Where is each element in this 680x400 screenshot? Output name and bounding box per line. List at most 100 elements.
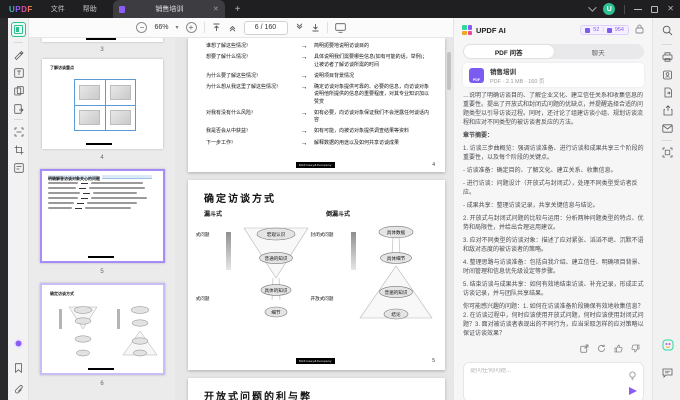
attachment-icon[interactable] [11, 382, 26, 397]
avatar[interactable]: U [603, 3, 615, 15]
chevron-down-icon[interactable] [588, 3, 596, 11]
zoom-caret-icon[interactable]: ▾ [176, 24, 179, 31]
previous-page-button[interactable] [228, 23, 237, 32]
slideshow-icon[interactable] [335, 23, 346, 33]
badge-divider: | [602, 27, 603, 33]
pdf-page-slide-4: 谁想了解这些情况?→简明扼要地说明访谈目的 想要了解什么情况?→具体说明我们需要… [188, 38, 445, 172]
send-button[interactable] [629, 387, 637, 395]
svg-text:结论: 结论 [391, 311, 401, 318]
strip-divider [662, 140, 672, 141]
ocr-icon[interactable] [11, 124, 26, 139]
arrow-icon: → [294, 84, 314, 106]
svg-text:封闭式问题: 封闭式问题 [311, 231, 334, 238]
thumbnail-page-6-current[interactable]: 确定访谈方式 [40, 283, 165, 375]
convert-icon[interactable] [11, 101, 26, 116]
arrow-icon: → [294, 43, 314, 50]
window-minimize-button[interactable] [634, 9, 642, 10]
updf-logo: UPDF [9, 5, 33, 14]
zoom-level[interactable]: 66% [154, 24, 168, 31]
lock-icon[interactable] [635, 21, 644, 39]
document-scrollbar[interactable] [447, 52, 451, 90]
edit-icon[interactable] [11, 65, 26, 80]
svg-text:漏斗式: 漏斗式 [204, 210, 222, 218]
zoom-out-button[interactable]: − [136, 22, 147, 33]
message-actions [580, 344, 640, 353]
last-page-button[interactable] [311, 23, 320, 32]
thumbnails-view-icon[interactable] [11, 22, 26, 37]
ask-question-input[interactable] [470, 368, 610, 374]
tab-close-icon[interactable]: ✕ [213, 5, 219, 13]
thumbs-up-icon[interactable] [614, 344, 623, 353]
titlebar-divider [624, 5, 625, 14]
thumbnail-page-5-selected[interactable]: 明确解答访谈对象关心的问题 [40, 169, 165, 263]
document-viewport[interactable]: 谁想了解这些情况?→简明扼要地说明访谈目的 想要了解什么情况?→具体说明我们需要… [175, 38, 453, 400]
svg-text:宏观认识: 宏观认识 [267, 231, 286, 238]
prompt-ideas-icon[interactable] [628, 368, 637, 386]
annotate-icon[interactable] [11, 47, 26, 62]
search-icon[interactable] [661, 24, 674, 37]
qa-row: 对我有没有什么风险?→如有必要，向访谈对象保证我们不会泄露任何谈话内容 [206, 110, 434, 125]
tab-chat[interactable]: 聊天 [554, 45, 644, 58]
mail-icon[interactable] [661, 122, 674, 135]
ai-credits-badge[interactable]: 52 | 954 [580, 25, 629, 35]
new-tab-button[interactable]: + [235, 4, 241, 15]
credit-count-right: 954 [615, 27, 624, 33]
stamp-icon[interactable] [661, 68, 674, 81]
ai-input-box[interactable] [463, 362, 644, 400]
message-paragraph: 2. 开放式与封闭式问题的比较与运用：分析两种问题类型的特点、优势和局限性，并给… [463, 215, 644, 233]
export-icon[interactable] [661, 86, 674, 99]
slide-title: 开放式问题的利与弊 [204, 388, 312, 400]
thumbnail-title: 明确解答访谈对象关心的问题 [48, 176, 100, 182]
message-paragraph: - 进行访谈：问题设计（开放式与封闭式），处理不同类型受访者反应。 [463, 180, 644, 198]
credit-icon [585, 28, 590, 33]
tab-title: 销售培训 [130, 4, 209, 14]
message-paragraph: - 访谈准备：确定目的、了解文化、建立关系、收集信息。 [463, 167, 644, 176]
arrow-icon: → [294, 128, 314, 135]
message-paragraph: - 成果共享：整理访谈记录，共享关键信息与结论。 [463, 202, 644, 211]
crop-icon[interactable] [11, 142, 26, 157]
file-meta: PDF · 2.1 MB · 160 页 [490, 77, 544, 85]
menu-file[interactable]: 文件 [51, 4, 65, 14]
thumbs-down-icon[interactable] [631, 344, 640, 353]
credit-count-left: 52 [593, 27, 599, 33]
menu-help[interactable]: 帮助 [83, 4, 97, 14]
svg-text:开放式问题: 开放式问题 [311, 295, 334, 302]
arrow-icon: → [294, 110, 314, 125]
share-icon[interactable] [661, 104, 674, 117]
slide-page-number: 5 [432, 358, 435, 364]
left-sidebar [8, 18, 29, 400]
bookmark-icon[interactable] [11, 360, 26, 375]
first-page-button[interactable] [212, 23, 221, 32]
mini-funnel-diagram [45, 301, 160, 367]
file-card[interactable]: PDF 销售培训 PDF · 2.1 MB · 160 页 [463, 63, 644, 87]
forms-icon[interactable] [11, 160, 26, 175]
arrow-icon: → [294, 140, 314, 147]
qa-row: 为什么想从我这里了解这些情况?→确定访谈对象提供可靠的、必要的信息，向访谈对象说… [206, 84, 434, 106]
slide-page-number: 4 [432, 162, 435, 168]
updf-ai-icon[interactable] [11, 336, 26, 351]
next-page-button[interactable] [295, 23, 304, 32]
ai-assistant-icon[interactable] [661, 338, 674, 351]
updf-ai-logo-icon [462, 25, 472, 35]
page-indicator-input[interactable]: 6 / 160 [244, 21, 288, 35]
qa-row: 我是否会从中获益?→如有可能，向被访对象提供调查结果等资料 [206, 128, 434, 135]
document-tab[interactable]: 销售培训 ✕ [113, 0, 225, 18]
ai-summary-message: …说明了明确访谈目的、了解企业文化、建立信任关系和收集信息的重要性。提出了开放式… [463, 92, 644, 344]
window-maximize-button[interactable] [651, 6, 658, 13]
print-icon[interactable] [661, 50, 674, 63]
copy-icon[interactable] [580, 344, 589, 353]
message-paragraph: 1. 访谈三步曲概览：强调访谈准备、进行访谈和成果共享三个阶段的重要性，以及每个… [463, 145, 644, 163]
message-paragraph: 3. 应对不同类型的访谈对象：描述了应对紧张、滔滔不绝、沉默不语和敌对态度的被访… [463, 237, 644, 255]
snapshot-icon[interactable] [661, 146, 674, 159]
window-close-button[interactable]: ✕ [667, 5, 674, 13]
thumbnail-page-4[interactable]: 了解访谈重点 [42, 59, 163, 149]
zoom-in-button[interactable]: + [186, 22, 197, 33]
pdf-page-slide-6: 开放式问题的利与弊 [188, 378, 445, 400]
tab-pdf-qa[interactable]: PDF 问答 [464, 45, 554, 58]
organize-pages-icon[interactable] [11, 83, 26, 98]
feedback-icon[interactable] [661, 366, 674, 379]
regenerate-icon[interactable] [597, 344, 606, 353]
ai-panel-header: UPDF AI 52 | 954 [454, 18, 652, 42]
thumbnail-page-number: 6 [29, 381, 175, 387]
thumbnail-page-3[interactable] [42, 38, 163, 42]
